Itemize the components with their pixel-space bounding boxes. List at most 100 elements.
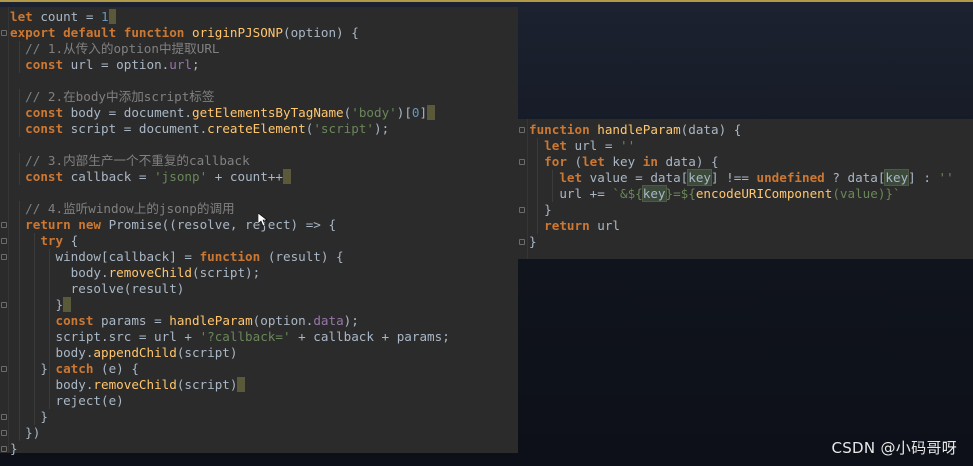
code-text: } — [10, 409, 48, 425]
code-text: body.removeChild(script); — [10, 265, 261, 281]
main-code-editor[interactable]: let count = 1_ export default function or… — [0, 7, 518, 456]
code-text: let value = data[key] !== undefined ? da… — [529, 169, 954, 186]
code-token: ] !== — [711, 170, 757, 185]
code-token: ); — [343, 313, 359, 328]
indent-guide — [536, 202, 538, 218]
mouse-pointer-icon — [258, 213, 268, 227]
code-token: }) — [10, 425, 41, 440]
code-token: const — [25, 121, 64, 136]
code-line[interactable]: const params = handleParam(option.data); — [0, 313, 518, 329]
code-token: _ — [108, 9, 117, 24]
fold-marker-icon[interactable] — [1, 414, 7, 420]
code-line[interactable]: window[callback] = function (result) { — [0, 249, 518, 265]
code-line[interactable]: const body = document.getElementsByTagNa… — [0, 105, 518, 121]
code-line[interactable]: script.src = url + '?callback=' + callba… — [0, 329, 518, 345]
indent-guide — [18, 425, 20, 441]
code-text: const body = document.getElementsByTagNa… — [10, 105, 435, 121]
code-line[interactable]: // 1.从传入的option中提取URL — [0, 41, 518, 57]
indent-guide — [536, 154, 538, 170]
indent-guide — [18, 121, 20, 137]
code-line[interactable]: body.appendChild(script) — [0, 345, 518, 361]
code-line[interactable]: }) — [0, 425, 518, 441]
code-line[interactable] — [0, 185, 518, 201]
code-line[interactable] — [0, 73, 518, 89]
indent-guide — [33, 313, 35, 329]
code-line[interactable]: } — [0, 441, 518, 457]
code-line[interactable] — [0, 137, 518, 153]
indent-guide — [33, 281, 35, 297]
indent-guide — [536, 170, 538, 186]
code-token: key — [884, 169, 910, 186]
code-token: let — [10, 9, 33, 24]
indent-guide — [18, 249, 20, 265]
fold-marker-icon[interactable] — [519, 207, 525, 213]
code-text: } — [529, 234, 537, 250]
fold-marker-icon[interactable] — [1, 430, 7, 436]
code-token: appendChild — [93, 345, 177, 360]
code-token: ? data[ — [824, 170, 886, 185]
fold-marker-icon[interactable] — [1, 302, 7, 308]
indent-guide — [18, 345, 20, 361]
code-line[interactable]: let count = 1_ — [0, 9, 518, 25]
indent-guide — [18, 329, 20, 345]
code-line[interactable]: const url = option.url; — [0, 57, 518, 73]
code-token: body. — [10, 345, 94, 360]
code-token: }=${ — [665, 186, 696, 201]
code-line[interactable]: } — [518, 234, 973, 250]
code-line[interactable]: return url — [518, 218, 973, 234]
fold-marker-icon[interactable] — [1, 254, 7, 260]
code-token: '' — [938, 170, 954, 185]
code-line[interactable]: reject(e) — [0, 393, 518, 409]
fold-marker-icon[interactable] — [1, 238, 7, 244]
code-line[interactable]: url += `&${key}=${encodeURIComponent(val… — [518, 185, 973, 202]
code-token: script = document. — [63, 121, 208, 136]
fold-marker-icon[interactable] — [1, 30, 7, 36]
code-token: _ — [237, 377, 246, 392]
indent-guide — [33, 233, 35, 249]
code-token: try — [40, 233, 64, 248]
code-line[interactable]: // 3.内部生产一个不重复的callback — [0, 153, 518, 169]
indent-guide — [536, 138, 538, 154]
code-token: _ — [63, 297, 71, 312]
csdn-watermark: CSDN @小码哥呀 — [831, 439, 957, 457]
code-token: (script); — [191, 265, 261, 280]
indent-guide — [551, 186, 553, 202]
code-line[interactable]: for (let key in data) { — [518, 154, 973, 170]
code-line[interactable]: body.removeChild(script)_ — [0, 377, 518, 393]
code-line[interactable]: // 2.在body中添加script标签 — [0, 89, 518, 105]
code-line[interactable]: body.removeChild(script); — [0, 265, 518, 281]
side-code-editor[interactable]: function handleParam(data) { let url = '… — [518, 119, 973, 259]
code-line[interactable]: let url = '' — [518, 138, 973, 154]
code-token: ; — [192, 57, 200, 72]
code-line[interactable]: const script = document.createElement('s… — [0, 121, 518, 137]
code-line[interactable]: } — [518, 202, 973, 218]
fold-marker-icon[interactable] — [1, 366, 7, 372]
code-line[interactable]: const callback = 'jsonp' + count++_ — [0, 169, 518, 185]
indent-guide — [18, 313, 20, 329]
indent-guide — [49, 393, 50, 409]
fold-marker-icon[interactable] — [1, 222, 7, 228]
indent-guide — [18, 89, 20, 105]
code-token: body. — [10, 265, 109, 280]
code-text: body.removeChild(script)_ — [10, 377, 246, 393]
fold-marker-icon[interactable] — [519, 239, 525, 245]
fold-marker-icon[interactable] — [519, 159, 525, 165]
fold-marker-icon[interactable] — [1, 446, 7, 452]
code-line[interactable]: export default function originPJSONP(opt… — [0, 25, 518, 41]
code-line[interactable]: }_ — [0, 297, 518, 313]
code-token: let — [544, 138, 567, 153]
code-text: } — [10, 441, 18, 457]
code-text: // 1.从传入的option中提取URL — [10, 41, 219, 57]
code-line[interactable]: resolve(result) — [0, 281, 518, 297]
code-text: const script = document.createElement('s… — [10, 121, 389, 137]
fold-marker-icon[interactable] — [519, 127, 525, 133]
code-line[interactable]: function handleParam(data) { — [518, 122, 973, 138]
code-line[interactable]: } catch (e) { — [0, 361, 518, 377]
code-text: }) — [10, 425, 40, 441]
code-line[interactable]: let value = data[key] !== undefined ? da… — [518, 169, 973, 186]
code-line[interactable]: try { — [0, 233, 518, 249]
code-line[interactable]: } — [0, 409, 518, 425]
